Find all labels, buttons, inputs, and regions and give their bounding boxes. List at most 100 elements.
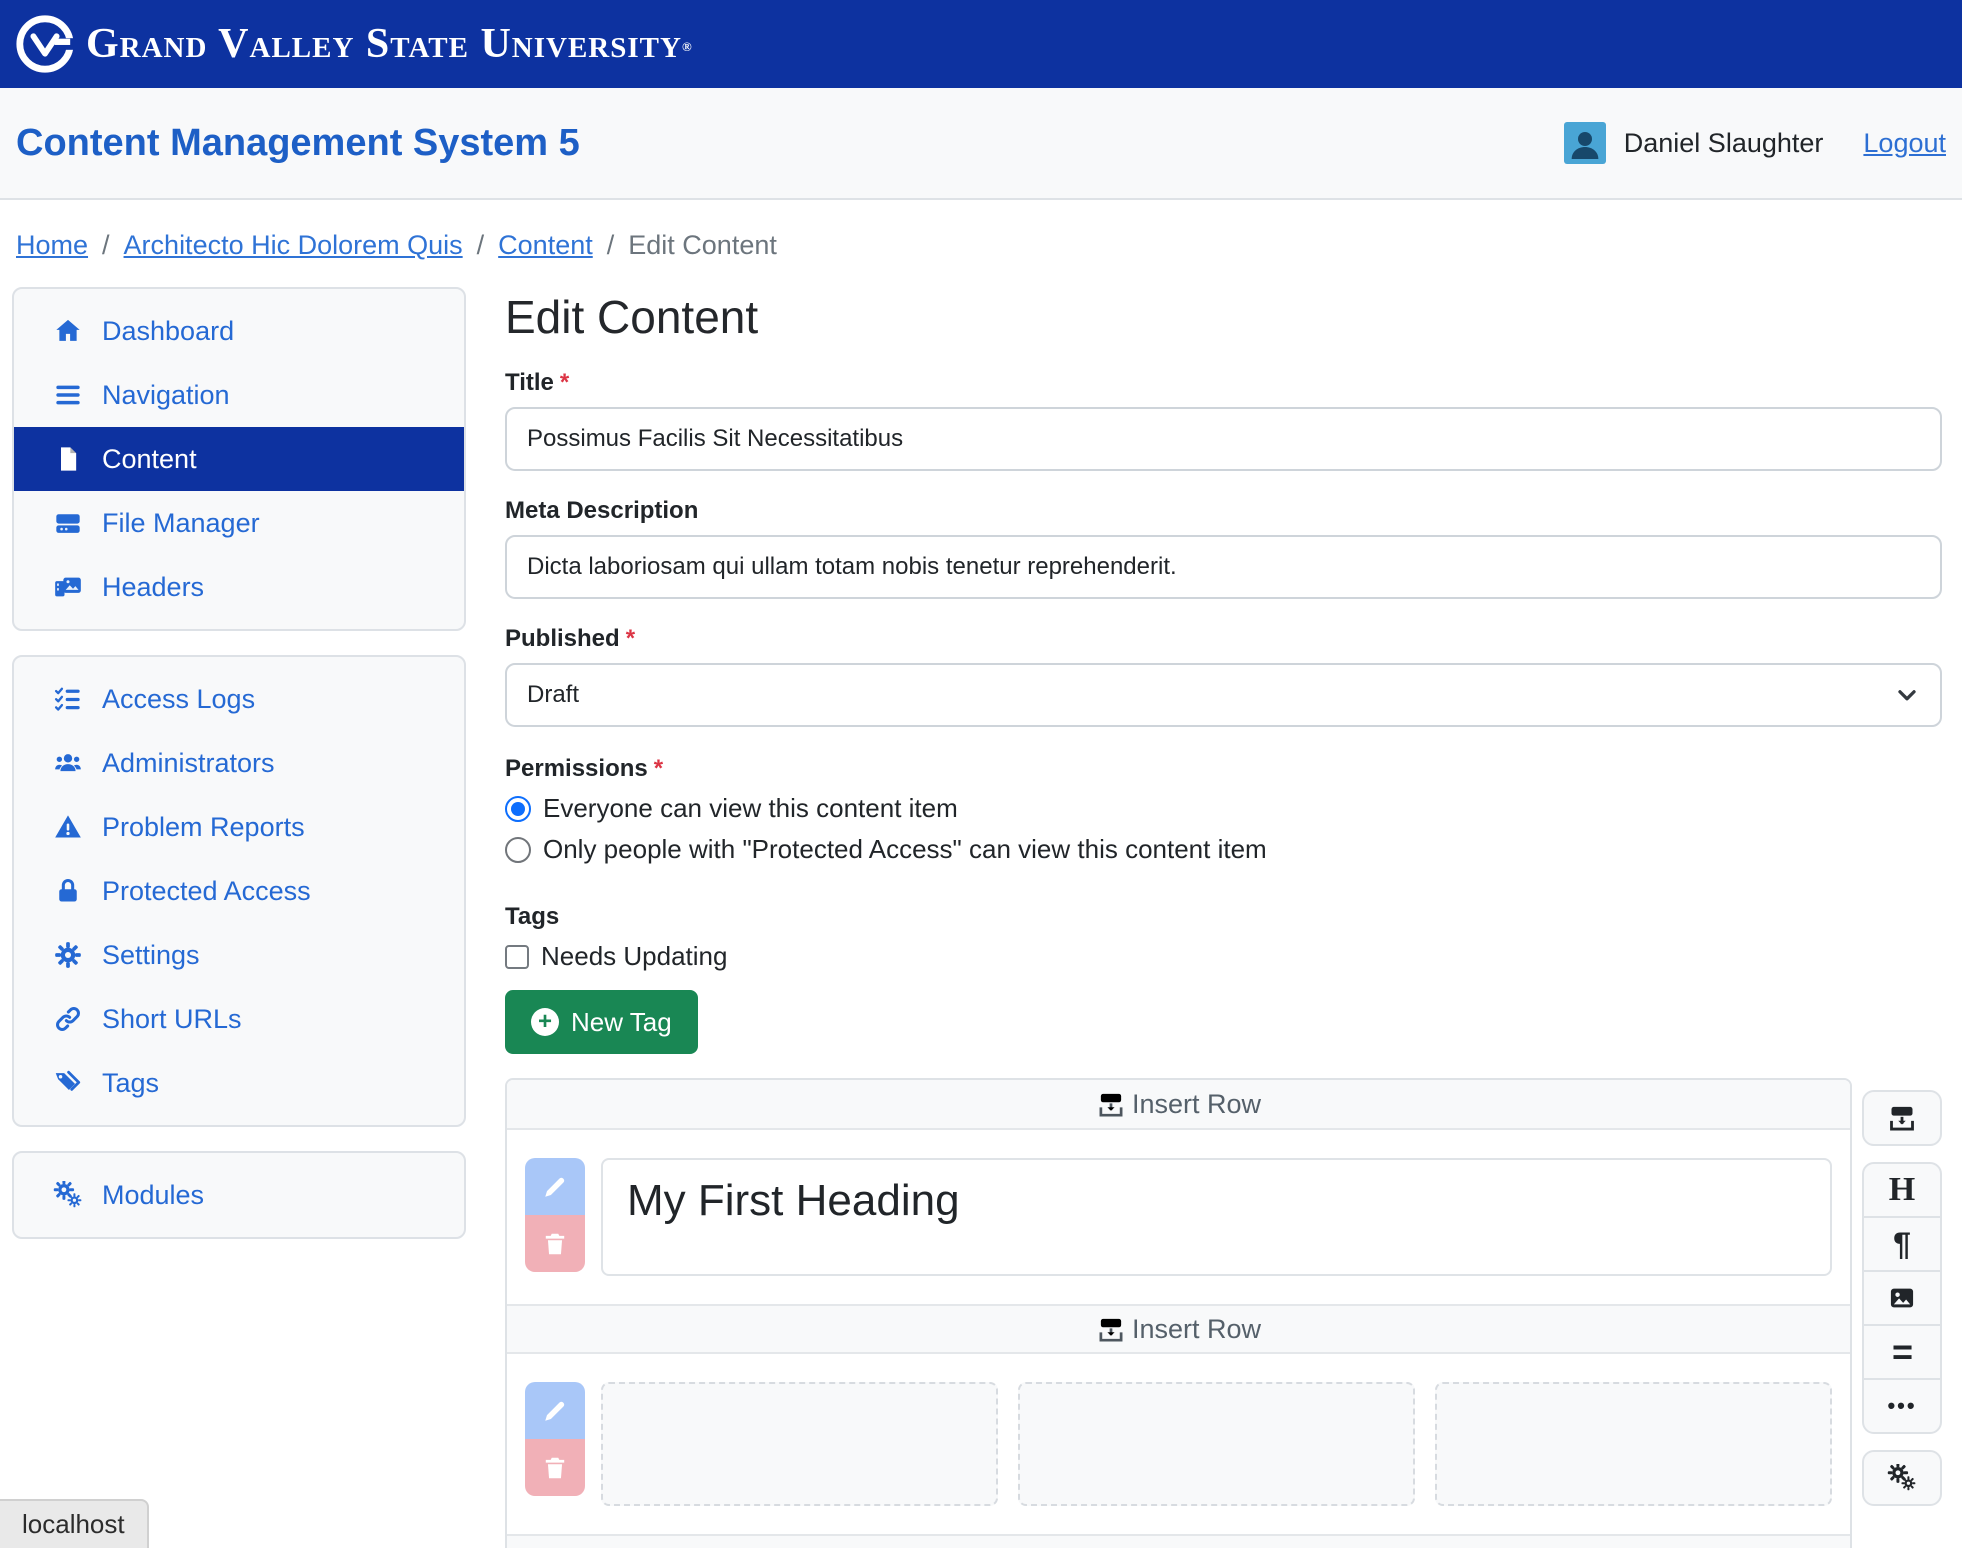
users-icon [52, 749, 84, 777]
insert-row-button-top[interactable]: Insert Row [507, 1080, 1850, 1130]
list-check-icon [52, 685, 84, 713]
published-label: Published* [505, 625, 1942, 653]
sidebar-item-navigation[interactable]: Navigation [14, 363, 464, 427]
editor-row-empty [507, 1354, 1850, 1534]
breadcrumb-home[interactable]: Home [16, 230, 88, 261]
sidebar-item-content[interactable]: Content [14, 427, 464, 491]
meta-description-label: Meta Description [505, 497, 1942, 525]
trash-icon [542, 1455, 568, 1481]
delete-row-button[interactable] [525, 1215, 585, 1272]
breadcrumb-site[interactable]: Architecto Hic Dolorem Quis [124, 230, 463, 261]
sidebar-item-administrators[interactable]: Administrators [14, 731, 464, 795]
brand-wordmark: Grand Valley State University® [86, 20, 693, 68]
insert-row-icon [1887, 1104, 1917, 1132]
insert-row-button-bottom[interactable]: Insert Row [507, 1534, 1850, 1548]
new-tag-button[interactable]: + New Tag [505, 990, 698, 1054]
more-blocks-button[interactable]: ••• [1862, 1378, 1942, 1434]
empty-column-cell[interactable] [1018, 1382, 1415, 1506]
gvsu-logo-icon [14, 13, 76, 75]
sidebar-item-problem-reports[interactable]: Problem Reports [14, 795, 464, 859]
breadcrumb-separator: / [607, 230, 615, 261]
title-label: Title* [505, 369, 1942, 397]
module-block-button[interactable] [1862, 1450, 1942, 1506]
sidebar-group-modules: Modules [12, 1151, 466, 1239]
pencil-icon [542, 1398, 568, 1424]
tags-label: Tags [505, 903, 1942, 931]
edit-row-button[interactable] [525, 1382, 585, 1439]
image-block-button[interactable] [1862, 1270, 1942, 1326]
file-icon [52, 445, 84, 473]
insert-row-tool-button[interactable] [1862, 1090, 1942, 1146]
photo-film-icon [52, 573, 84, 601]
tag-needs-updating: Needs Updating [505, 941, 1942, 972]
radio-everyone[interactable] [505, 796, 531, 822]
empty-column-cell[interactable] [601, 1382, 998, 1506]
sidebar-item-dashboard[interactable]: Dashboard [14, 299, 464, 363]
sidebar-item-protected-access[interactable]: Protected Access [14, 859, 464, 923]
plus-circle-icon: + [531, 1008, 559, 1036]
logout-link[interactable]: Logout [1863, 128, 1946, 159]
breadcrumb-separator: / [477, 230, 485, 261]
sidebar-item-short-urls[interactable]: Short URLs [14, 987, 464, 1051]
permissions-option-protected: Only people with "Protected Access" can … [505, 834, 1942, 865]
breadcrumb-separator: / [102, 230, 110, 261]
radio-protected[interactable] [505, 837, 531, 863]
sidebar-group-primary: Dashboard Navigation Content File Manage… [12, 287, 466, 631]
permissions-label: Permissions* [505, 755, 1942, 783]
warning-triangle-icon [52, 813, 84, 841]
sidebar-item-tags[interactable]: Tags [14, 1051, 464, 1115]
app-title: Content Management System 5 [16, 122, 580, 165]
sidebar-item-access-logs[interactable]: Access Logs [14, 667, 464, 731]
link-icon [52, 1005, 84, 1033]
content-editor: Insert Row My First Heading [505, 1078, 1942, 1548]
insert-row-icon [1096, 1316, 1126, 1343]
edit-row-button[interactable] [525, 1158, 585, 1215]
pencil-icon [542, 1174, 568, 1200]
gears-icon [52, 1181, 84, 1209]
trash-icon [542, 1231, 568, 1257]
published-select[interactable]: Draft [505, 663, 1942, 727]
heading-block[interactable]: My First Heading [601, 1158, 1832, 1276]
insert-row-button-middle[interactable]: Insert Row [507, 1304, 1850, 1354]
editor-row-heading: My First Heading [507, 1130, 1850, 1304]
home-icon [52, 317, 84, 345]
sidebar-item-settings[interactable]: Settings [14, 923, 464, 987]
registered-mark: ® [682, 39, 693, 54]
user-avatar [1564, 122, 1606, 164]
divider-block-button[interactable]: = [1862, 1324, 1942, 1380]
required-marker: * [626, 625, 635, 652]
heading-block-button[interactable]: H [1862, 1162, 1942, 1218]
breadcrumb-current: Edit Content [628, 230, 777, 261]
status-bar: localhost [0, 1499, 149, 1548]
delete-row-button[interactable] [525, 1439, 585, 1496]
title-input[interactable]: Possimus Facilis Sit Necessitatibus [505, 407, 1942, 471]
editor-canvas: Insert Row My First Heading [505, 1078, 1852, 1548]
bars-icon [52, 381, 84, 409]
tags-icon [52, 1069, 84, 1097]
breadcrumb-content[interactable]: Content [498, 230, 593, 261]
needs-updating-checkbox[interactable] [505, 945, 529, 969]
chevron-down-icon [1894, 682, 1920, 708]
empty-column-cell[interactable] [1435, 1382, 1832, 1506]
sidebar: Dashboard Navigation Content File Manage… [12, 287, 466, 1263]
app-header: Content Management System 5 Daniel Slaug… [0, 88, 1962, 200]
permissions-option-everyone: Everyone can view this content item [505, 793, 1942, 824]
meta-description-input[interactable]: Dicta laboriosam qui ullam totam nobis t… [505, 535, 1942, 599]
hard-drive-icon [52, 509, 84, 537]
gears-icon [1887, 1464, 1917, 1492]
user-name: Daniel Slaughter [1624, 128, 1824, 159]
sidebar-item-modules[interactable]: Modules [14, 1163, 464, 1227]
person-icon [1565, 124, 1605, 164]
block-type-group: H ¶ = ••• [1862, 1162, 1942, 1434]
sidebar-item-file-manager[interactable]: File Manager [14, 491, 464, 555]
breadcrumb: Home / Architecto Hic Dolorem Quis / Con… [0, 200, 1962, 287]
required-marker: * [560, 369, 569, 396]
lock-icon [52, 877, 84, 905]
block-toolbar: H ¶ = ••• [1862, 1090, 1942, 1506]
sidebar-item-headers[interactable]: Headers [14, 555, 464, 619]
page-title: Edit Content [505, 287, 1942, 347]
main-content: Edit Content Title* Possimus Facilis Sit… [505, 287, 1942, 1548]
required-marker: * [654, 755, 663, 782]
sidebar-group-admin: Access Logs Administrators Problem Repor… [12, 655, 466, 1127]
paragraph-block-button[interactable]: ¶ [1862, 1216, 1942, 1272]
